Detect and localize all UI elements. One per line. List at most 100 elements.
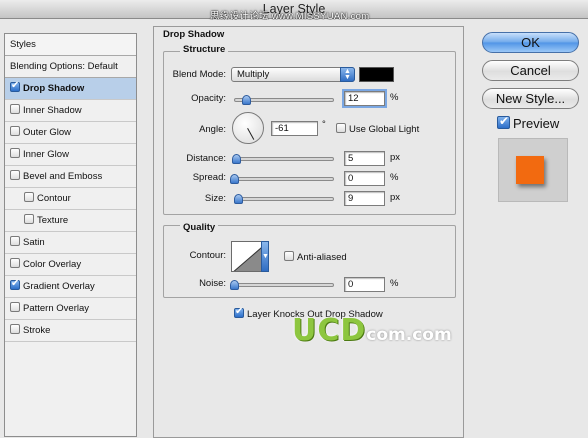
- new-style-button[interactable]: New Style...: [482, 88, 579, 109]
- structure-title: Structure: [180, 44, 229, 55]
- styles-item[interactable]: Gradient Overlay: [5, 276, 136, 298]
- styles-item-label: Drop Shadow: [23, 83, 85, 94]
- preview-checkbox[interactable]: Preview: [497, 115, 560, 131]
- quality-title: Quality: [180, 222, 219, 233]
- distance-slider-thumb[interactable]: [231, 154, 241, 164]
- preview-label: Preview: [513, 116, 560, 131]
- spread-label: Spread:: [192, 172, 226, 183]
- style-checkbox[interactable]: [10, 324, 20, 334]
- angle-label: Angle:: [199, 124, 226, 135]
- noise-label: Noise:: [199, 278, 226, 289]
- opacity-slider-thumb[interactable]: [241, 95, 251, 105]
- styles-item[interactable]: Satin: [5, 232, 136, 254]
- size-label: Size:: [204, 193, 226, 204]
- ucd-watermark-big: UCD: [292, 313, 367, 348]
- drop-shadow-panel: Drop Shadow Structure Blend Mode: Multip…: [153, 26, 464, 438]
- preview-box[interactable]: [497, 115, 510, 129]
- noise-slider-thumb[interactable]: [230, 280, 239, 290]
- cancel-button[interactable]: Cancel: [482, 60, 579, 81]
- styles-item[interactable]: Outer Glow: [5, 122, 136, 144]
- styles-item[interactable]: Contour: [5, 188, 136, 210]
- styles-item-label: Color Overlay: [23, 259, 82, 270]
- angle-unit: °: [322, 119, 326, 130]
- styles-item[interactable]: Inner Glow: [5, 144, 136, 166]
- spread-slider-thumb[interactable]: [230, 174, 239, 184]
- opacity-slider[interactable]: [234, 95, 334, 105]
- spread-input[interactable]: 0: [344, 171, 385, 186]
- contour-dropdown[interactable]: ▼: [261, 241, 269, 272]
- style-checkbox[interactable]: [10, 126, 20, 136]
- blend-mode-select[interactable]: Multiply ▲ ▼: [231, 67, 355, 82]
- ok-button[interactable]: OK: [482, 32, 579, 53]
- anti-aliased-checkbox[interactable]: Anti-aliased: [284, 251, 347, 263]
- style-checkbox[interactable]: [10, 258, 20, 268]
- styles-item-label: Satin: [23, 237, 45, 248]
- spread-unit: %: [390, 172, 399, 183]
- style-checkbox[interactable]: [24, 214, 34, 224]
- ucd-watermark-small: com.com: [366, 325, 452, 345]
- spread-slider[interactable]: [230, 174, 334, 184]
- styles-item-label: Texture: [37, 215, 69, 226]
- opacity-unit: %: [390, 92, 399, 103]
- size-unit: px: [390, 192, 401, 203]
- noise-unit: %: [390, 278, 399, 289]
- style-checkbox[interactable]: [10, 80, 20, 92]
- layer-knocks-out-box[interactable]: [234, 306, 244, 318]
- preview-square: [516, 156, 544, 184]
- select-arrows-icon: ▲ ▼: [340, 67, 355, 82]
- styles-item[interactable]: Texture: [5, 210, 136, 232]
- blend-mode-label: Blend Mode:: [172, 69, 226, 80]
- size-input[interactable]: 9: [344, 191, 385, 206]
- noise-input[interactable]: 0: [344, 277, 385, 292]
- style-checkbox[interactable]: [10, 236, 20, 246]
- styles-item-label: Blending Options: Default: [10, 61, 118, 72]
- styles-item-label: Bevel and Emboss: [23, 171, 103, 182]
- angle-dial[interactable]: [232, 112, 264, 144]
- styles-item-label: Contour: [37, 193, 71, 204]
- style-checkbox[interactable]: [24, 192, 34, 202]
- style-preview-thumbnail: [498, 138, 568, 202]
- styles-item[interactable]: Inner Shadow: [5, 100, 136, 122]
- styles-item[interactable]: Pattern Overlay: [5, 298, 136, 320]
- angle-input[interactable]: -61: [271, 121, 318, 136]
- styles-item-label: Gradient Overlay: [23, 281, 95, 292]
- size-slider[interactable]: [233, 194, 334, 204]
- distance-unit: px: [390, 152, 401, 163]
- blend-mode-value: Multiply: [237, 69, 270, 80]
- use-global-light-checkbox[interactable]: Use Global Light: [336, 123, 419, 135]
- opacity-label: Opacity:: [191, 93, 226, 104]
- styles-item[interactable]: Drop Shadow: [5, 78, 136, 100]
- size-slider-thumb[interactable]: [233, 194, 243, 204]
- anti-aliased-label: Anti-aliased: [297, 252, 347, 263]
- styles-item[interactable]: Stroke: [5, 320, 136, 342]
- styles-item[interactable]: Bevel and Emboss: [5, 166, 136, 188]
- angle-dial-hand: [247, 128, 255, 140]
- use-global-light-label: Use Global Light: [349, 124, 420, 135]
- contour-label: Contour:: [189, 250, 226, 261]
- styles-header[interactable]: Styles: [5, 34, 136, 56]
- styles-item-label: Stroke: [23, 325, 51, 336]
- styles-item-label: Outer Glow: [23, 127, 72, 138]
- drop-shadow-title: Drop Shadow: [160, 29, 228, 40]
- style-checkbox[interactable]: [10, 278, 20, 290]
- styles-item-label: Inner Shadow: [23, 105, 82, 116]
- styles-list: Styles Blending Options: Default Drop Sha…: [4, 33, 137, 437]
- style-checkbox[interactable]: [10, 104, 20, 114]
- opacity-input[interactable]: 12: [342, 89, 387, 108]
- distance-slider[interactable]: [231, 154, 334, 164]
- distance-input[interactable]: 5: [344, 151, 385, 166]
- style-checkbox[interactable]: [10, 302, 20, 312]
- ucd-watermark: UCDcom.com: [292, 313, 452, 348]
- styles-item-label: Pattern Overlay: [23, 303, 89, 314]
- use-global-light-box[interactable]: [336, 123, 346, 133]
- styles-item-label: Inner Glow: [23, 149, 69, 160]
- shadow-color-swatch[interactable]: [359, 67, 394, 82]
- distance-label: Distance:: [186, 153, 226, 164]
- noise-slider[interactable]: [230, 280, 334, 290]
- styles-item[interactable]: Color Overlay: [5, 254, 136, 276]
- style-checkbox[interactable]: [10, 170, 20, 180]
- layer-style-dialog: Styles Blending Options: Default Drop Sha…: [0, 20, 588, 438]
- styles-item[interactable]: Blending Options: Default: [5, 56, 136, 78]
- anti-aliased-box[interactable]: [284, 251, 294, 261]
- style-checkbox[interactable]: [10, 148, 20, 158]
